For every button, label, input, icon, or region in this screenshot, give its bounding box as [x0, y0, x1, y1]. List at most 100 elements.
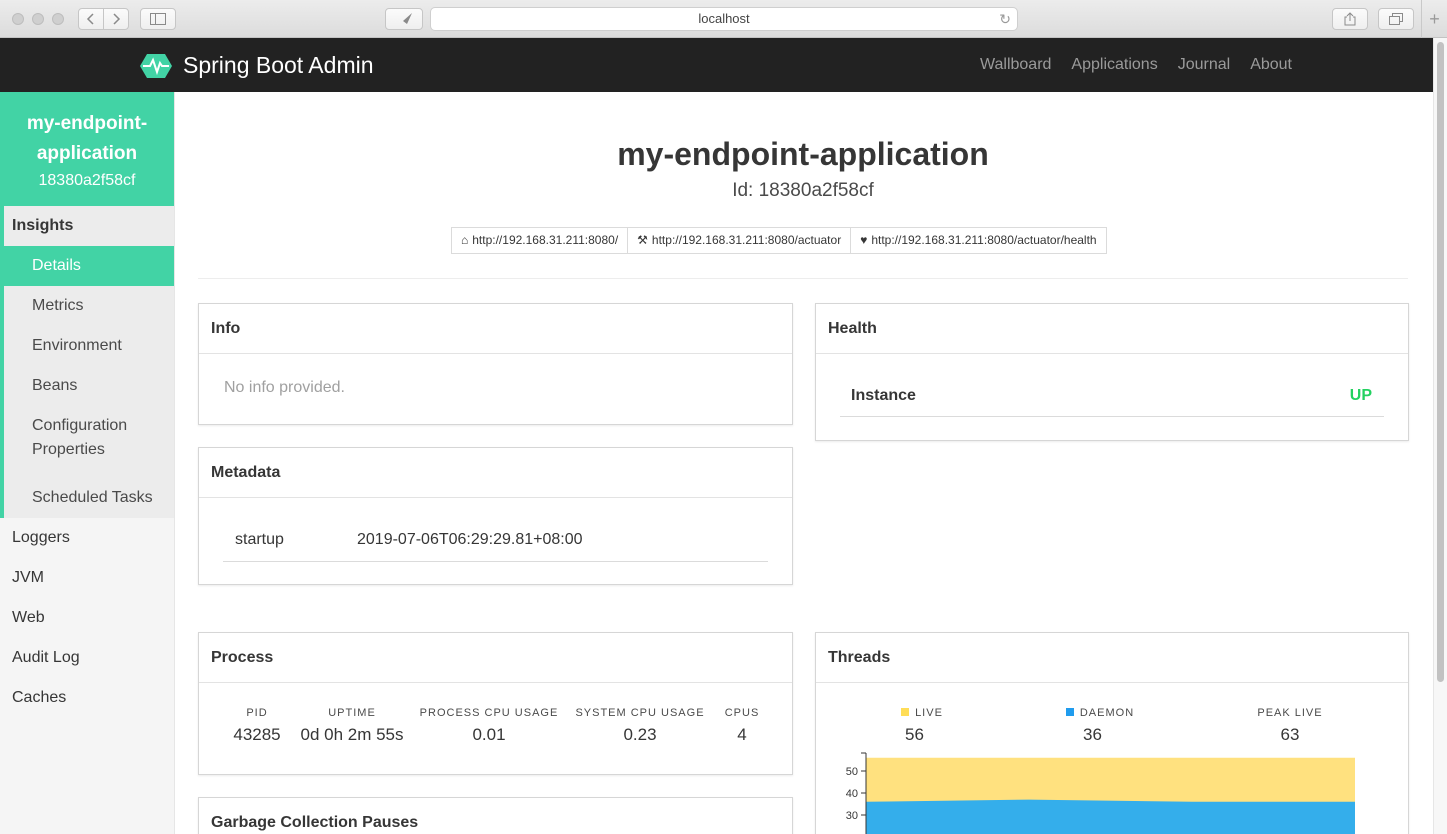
sidebar-item-beans[interactable]: Beans	[4, 366, 174, 406]
daemon-legend-swatch	[1065, 708, 1074, 716]
sidebar-app-header: my-endpoint-application 18380a2f58cf	[0, 92, 174, 206]
threads-card: Threads LIVE 56 DAEMON 36 PEAK LIVE 63 3…	[815, 632, 1409, 834]
gc-card: Garbage Collection Pauses	[198, 797, 793, 834]
main-content: my-endpoint-application Id: 18380a2f58cf…	[175, 92, 1433, 834]
sidebar-toggle-button[interactable]	[140, 8, 176, 30]
top-navbar: Spring Boot Admin Wallboard Applications…	[0, 38, 1433, 92]
nav-about[interactable]: About	[1250, 56, 1292, 74]
stat-value: 0d 0h 2m 55s	[300, 725, 404, 744]
sidebar-item-web[interactable]: Web	[0, 598, 174, 638]
window-close-button[interactable]	[12, 13, 24, 25]
metadata-card: Metadata startup 2019-07-06T06:29:29.81+…	[198, 447, 793, 585]
share-button[interactable]	[1332, 8, 1368, 30]
instance-id: Id: 18380a2f58cf	[732, 180, 874, 201]
process-card: Process PID 43285 UPTIME 0d 0h 2m 55s PR…	[198, 632, 793, 775]
sidebar-item-caches[interactable]: Caches	[0, 678, 174, 718]
tabs-overview-button[interactable]	[1378, 8, 1414, 30]
stat-value: 36	[1083, 725, 1102, 744]
new-tab-button[interactable]: +	[1421, 0, 1447, 38]
management-url-link[interactable]: ⚒ http://192.168.31.211:8080/actuator	[627, 227, 852, 254]
sidebar-item-configuration-properties[interactable]: Configuration Properties	[4, 406, 174, 478]
heartbeat-icon: ♥	[860, 233, 868, 247]
stat-value: 63	[1280, 725, 1300, 744]
process-stat-pid: PID 43285	[225, 707, 289, 745]
header-divider	[198, 278, 1408, 279]
stat-label: PEAK LIVE	[1257, 707, 1323, 719]
process-card-title: Process	[199, 633, 792, 683]
scrollbar-thumb[interactable]	[1437, 42, 1444, 682]
back-button[interactable]	[78, 8, 104, 30]
sidebar: my-endpoint-application 18380a2f58cf Ins…	[0, 92, 175, 834]
tabs-icon	[1389, 13, 1403, 25]
sidebar-item-insights[interactable]: Insights	[4, 206, 174, 246]
address-bar[interactable]: localhost ↻	[430, 7, 1018, 31]
y-tick-label: 30	[846, 810, 858, 822]
metadata-value: 2019-07-06T06:29:29.81+08:00	[357, 531, 583, 548]
chevron-left-icon	[86, 13, 94, 25]
metadata-card-title: Metadata	[199, 448, 792, 498]
sidebar-app-id: 18380a2f58cf	[38, 172, 136, 189]
sidebar-item-details[interactable]: Details	[4, 246, 174, 286]
process-stat-process-cpu: PROCESS CPU USAGE 0.01	[415, 707, 563, 745]
browser-toolbar: localhost ↻ +	[0, 0, 1447, 38]
heartbeat-logo-icon	[140, 53, 172, 78]
stat-label: LIVE	[862, 707, 982, 719]
brand-title: Spring Boot Admin	[183, 52, 374, 78]
sidebar-item-audit-log[interactable]: Audit Log	[0, 638, 174, 678]
share-icon	[1344, 12, 1356, 26]
daemon-label: DAEMON	[1079, 707, 1135, 719]
health-card-title: Health	[816, 304, 1408, 354]
sidebar-item-loggers[interactable]: Loggers	[0, 518, 174, 558]
nav-wallboard[interactable]: Wallboard	[980, 56, 1051, 74]
reload-icon[interactable]: ↻	[999, 8, 1011, 30]
metadata-row: startup 2019-07-06T06:29:29.81+08:00	[223, 498, 768, 562]
health-url-link[interactable]: ♥ http://192.168.31.211:8080/actuator/hea…	[850, 227, 1107, 254]
process-stat-system-cpu: SYSTEM CPU USAGE 0.23	[569, 707, 711, 745]
vertical-scrollbar[interactable]	[1433, 38, 1447, 834]
sidebar-item-environment[interactable]: Environment	[4, 326, 174, 366]
sidebar-group-insights: Insights Details Metrics Environment Bea…	[0, 206, 174, 518]
stat-value: 43285	[233, 725, 281, 744]
stat-value: 4	[737, 725, 747, 744]
threads-card-title: Threads	[816, 633, 1408, 683]
live-label: LIVE	[915, 707, 943, 719]
y-tick-label: 40	[846, 788, 858, 800]
stat-label: SYSTEM CPU USAGE	[575, 707, 705, 719]
home-icon: ⌂	[461, 233, 469, 247]
forward-button[interactable]	[103, 8, 129, 30]
sidebar-icon	[150, 13, 166, 25]
page-title: my-endpoint-application	[617, 136, 989, 172]
stat-label: PROCESS CPU USAGE	[419, 707, 559, 719]
nav-journal[interactable]: Journal	[1178, 56, 1230, 74]
sidebar-item-scheduled-tasks[interactable]: Scheduled Tasks	[4, 478, 174, 518]
sidebar-item-jvm[interactable]: JVM	[0, 558, 174, 598]
health-card: Health Instance UP	[815, 303, 1409, 441]
home-url-link[interactable]: ⌂ http://192.168.31.211:8080/	[451, 227, 629, 254]
stat-label: UPTIME	[328, 707, 376, 719]
threads-area-chart: 30 40 50	[846, 752, 1355, 834]
sidebar-item-metrics[interactable]: Metrics	[4, 286, 174, 326]
info-card: Info No info provided.	[198, 303, 793, 425]
metadata-key: startup	[235, 531, 284, 548]
health-instance-label: Instance	[851, 387, 916, 404]
management-url-text: http://192.168.31.211:8080/actuator	[651, 233, 842, 247]
stat-label: CPUS	[724, 707, 760, 719]
process-stat-cpus: CPUS 4	[717, 707, 767, 745]
daemon-threads-area	[866, 799, 1355, 834]
bird-icon	[396, 13, 412, 24]
chevron-right-icon	[113, 13, 121, 25]
threads-stat-peak-live: PEAK LIVE 63	[1230, 707, 1350, 745]
wrench-icon: ⚒	[637, 233, 648, 247]
brand[interactable]: Spring Boot Admin	[139, 52, 374, 79]
url-text: localhost	[698, 11, 750, 26]
endpoint-links: ⌂ http://192.168.31.211:8080/ ⚒ http://192…	[451, 227, 1107, 254]
window-zoom-button[interactable]	[52, 13, 64, 25]
window-minimize-button[interactable]	[32, 13, 44, 25]
home-url-text: http://192.168.31.211:8080/	[472, 233, 619, 247]
y-tick-label: 50	[846, 766, 858, 778]
nav-applications[interactable]: Applications	[1071, 56, 1157, 74]
stat-label: DAEMON	[1040, 707, 1160, 719]
health-status-badge: UP	[1349, 387, 1372, 404]
bird-extension-button[interactable]	[385, 8, 423, 30]
threads-stat-daemon: DAEMON 36	[1040, 707, 1160, 745]
